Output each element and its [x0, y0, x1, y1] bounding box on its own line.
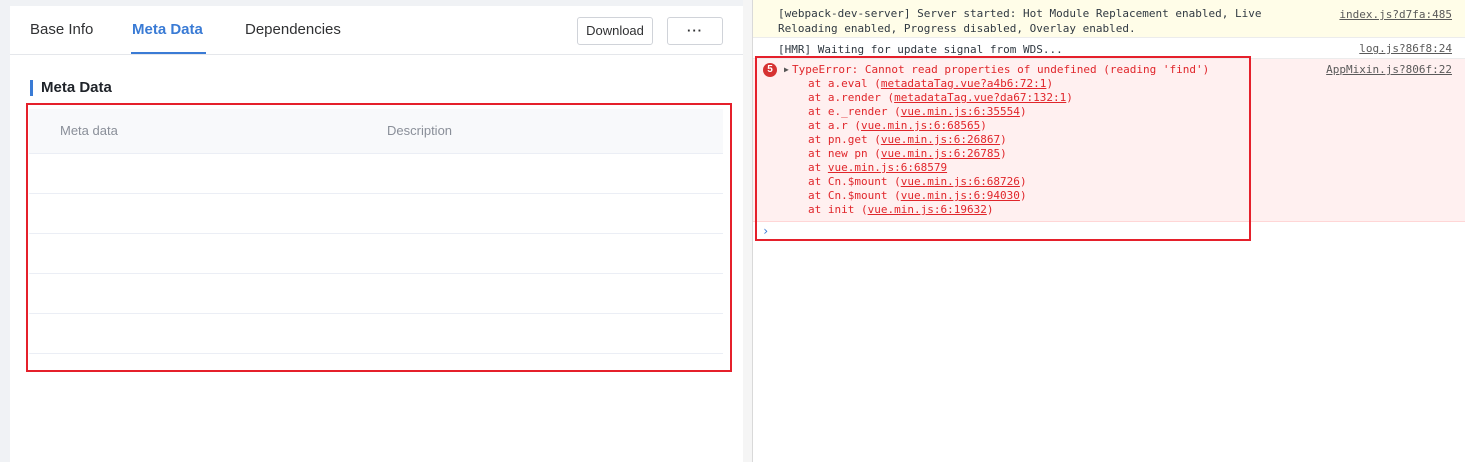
- console-log-message: [webpack-dev-server] Server started: Hot…: [753, 0, 1465, 38]
- stack-frame: at a.r (vue.min.js:6:68565): [808, 119, 987, 132]
- stack-frame-link[interactable]: metadataTag.vue?da67:132:1: [894, 91, 1066, 104]
- active-tab-indicator: [131, 52, 206, 54]
- stack-frame: at init (vue.min.js:6:19632): [808, 203, 994, 216]
- table-row: [29, 154, 723, 194]
- table-header: Meta data Description: [29, 109, 723, 154]
- table-row: [29, 194, 723, 234]
- stack-frame-link[interactable]: vue.min.js:6:68579: [828, 161, 947, 174]
- error-title: TypeError: Cannot read properties of und…: [792, 63, 1210, 76]
- table-row: [29, 314, 723, 354]
- tab-dependencies[interactable]: Dependencies: [245, 6, 341, 54]
- stack-frame: at Cn.$mount (vue.min.js:6:68726): [808, 175, 1027, 188]
- prompt-chevron-icon: ›: [762, 224, 770, 238]
- console-error-message: 5 ▶ TypeError: Cannot read properties of…: [753, 59, 1465, 222]
- tab-base-info[interactable]: Base Info: [30, 6, 93, 54]
- app-panel: Base Info Meta Data Dependencies Downloa…: [0, 0, 743, 462]
- stack-frame: at e._render (vue.min.js:6:35554): [808, 105, 1027, 118]
- column-header-description: Description: [387, 123, 453, 138]
- stack-frame: at pn.get (vue.min.js:6:26867): [808, 133, 1007, 146]
- tab-meta-data[interactable]: Meta Data: [132, 6, 203, 54]
- stack-frame: at new pn (vue.min.js:6:26785): [808, 147, 1007, 160]
- error-source-link[interactable]: AppMixin.js?806f:22: [1326, 63, 1452, 76]
- panel-divider[interactable]: [743, 0, 753, 462]
- stack-frame-link[interactable]: vue.min.js:6:19632: [868, 203, 987, 216]
- log-text: [HMR] Waiting for update signal from WDS…: [778, 43, 1063, 56]
- stack-frame: at a.render (metadataTag.vue?da67:132:1): [808, 91, 1073, 104]
- meta-data-table: Meta data Description: [29, 109, 723, 355]
- log-source-link[interactable]: log.js?86f8:24: [1359, 42, 1452, 55]
- section-title: Meta Data: [30, 80, 112, 96]
- log-source-link[interactable]: index.js?d7fa:485: [1339, 8, 1452, 21]
- more-options-button[interactable]: ···: [667, 17, 723, 45]
- stack-frame-link[interactable]: vue.min.js:6:94030: [901, 189, 1020, 202]
- stack-frame: at Cn.$mount (vue.min.js:6:94030): [808, 189, 1027, 202]
- tab-bar: Base Info Meta Data Dependencies Downloa…: [10, 6, 743, 55]
- stack-frame: at a.eval (metadataTag.vue?a4b6:72:1): [808, 77, 1054, 90]
- devtools-console: [webpack-dev-server] Server started: Hot…: [753, 0, 1465, 462]
- stack-frame-link[interactable]: vue.min.js:6:26785: [881, 147, 1000, 160]
- column-header-meta-data: Meta data: [60, 123, 118, 138]
- console-prompt[interactable]: ›: [753, 222, 1465, 240]
- table-row: [29, 274, 723, 314]
- stack-frame: at vue.min.js:6:68579: [808, 161, 948, 174]
- stack-frame-link[interactable]: vue.min.js:6:68726: [901, 175, 1020, 188]
- stack-frame-link[interactable]: vue.min.js:6:35554: [901, 105, 1020, 118]
- error-count-badge: 5: [763, 63, 777, 77]
- console-log-message: [HMR] Waiting for update signal from WDS…: [753, 38, 1465, 59]
- stack-frame-link[interactable]: vue.min.js:6:26867: [881, 133, 1000, 146]
- stack-frame-link[interactable]: vue.min.js:6:68565: [861, 119, 980, 132]
- table-row: [29, 234, 723, 274]
- app-card: Base Info Meta Data Dependencies Downloa…: [10, 6, 743, 462]
- download-button[interactable]: Download: [577, 17, 653, 45]
- log-text: [webpack-dev-server] Server started: Hot…: [778, 7, 1269, 35]
- stack-frame-link[interactable]: metadataTag.vue?a4b6:72:1: [881, 77, 1047, 90]
- expand-triangle-icon[interactable]: ▶: [784, 65, 789, 74]
